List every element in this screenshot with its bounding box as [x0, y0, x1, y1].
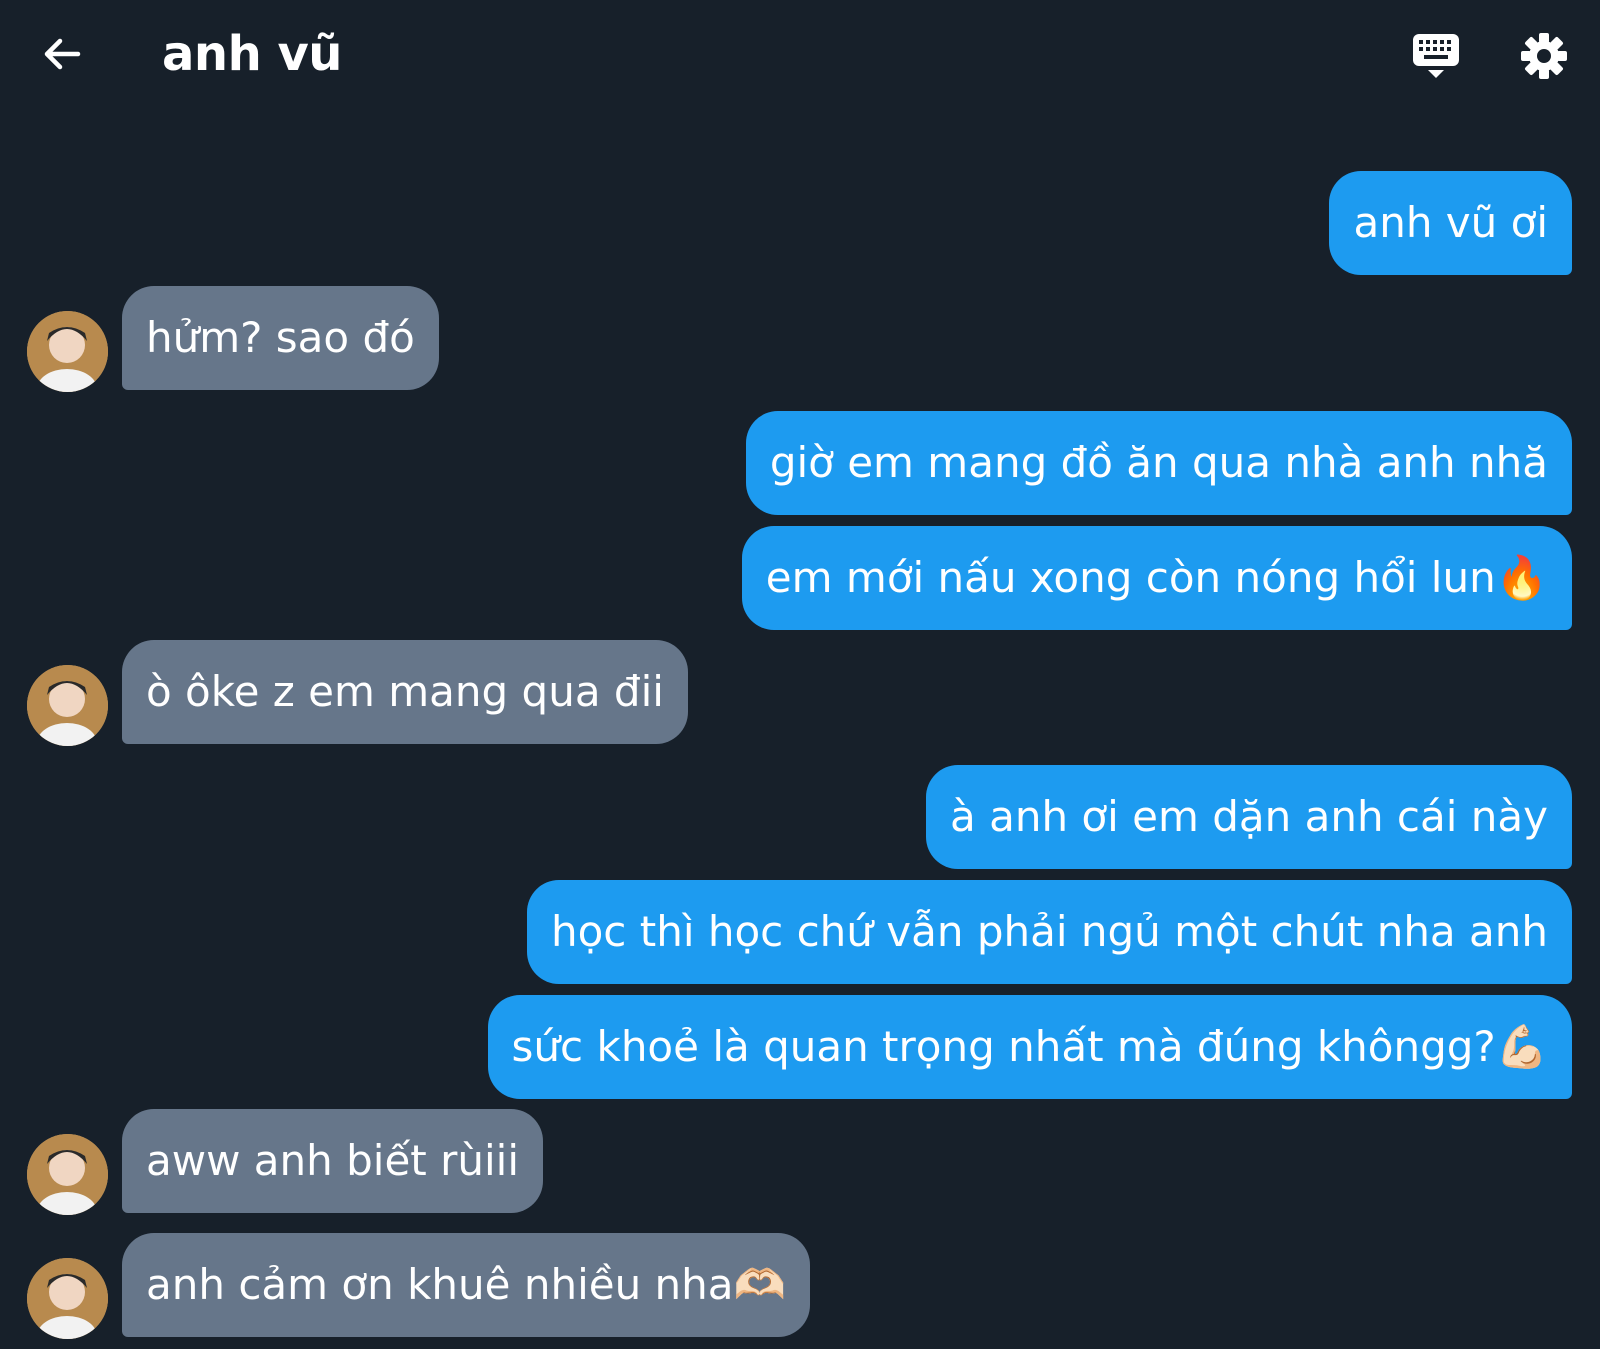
contact-avatar-image: [27, 665, 108, 746]
contact-avatar-image: [27, 1134, 108, 1215]
message-bubble-sent[interactable]: anh vũ ơi: [1329, 171, 1572, 275]
message-bubble-sent[interactable]: à anh ơi em dặn anh cái này: [926, 765, 1572, 869]
message-list: anh vũ ơi hửm? sao đó giờ em mang đồ ăn …: [0, 0, 1600, 1349]
message-bubble-received[interactable]: anh cảm ơn khuê nhiều nha🫶🏻: [122, 1233, 810, 1337]
message-bubble-sent[interactable]: giờ em mang đồ ăn qua nhà anh nhă: [745, 411, 1572, 515]
avatar: [27, 1258, 108, 1339]
message-bubble-received[interactable]: aww anh biết rùiii: [122, 1109, 543, 1213]
contact-avatar-image: [27, 1258, 108, 1339]
message-bubble-received[interactable]: ò ôke z em mang qua đii: [122, 640, 688, 744]
message-bubble-received[interactable]: hửm? sao đó: [122, 286, 439, 390]
contact-avatar-image: [27, 311, 108, 392]
message-bubble-sent[interactable]: học thì học chứ vẫn phải ngủ một chút nh…: [526, 880, 1572, 984]
avatar: [27, 665, 108, 746]
message-bubble-sent[interactable]: em mới nấu xong còn nóng hổi lun🔥: [741, 526, 1572, 630]
avatar: [27, 1134, 108, 1215]
message-bubble-sent[interactable]: sức khoẻ là quan trọng nhất mà đúng khôn…: [487, 995, 1572, 1099]
avatar: [27, 311, 108, 392]
